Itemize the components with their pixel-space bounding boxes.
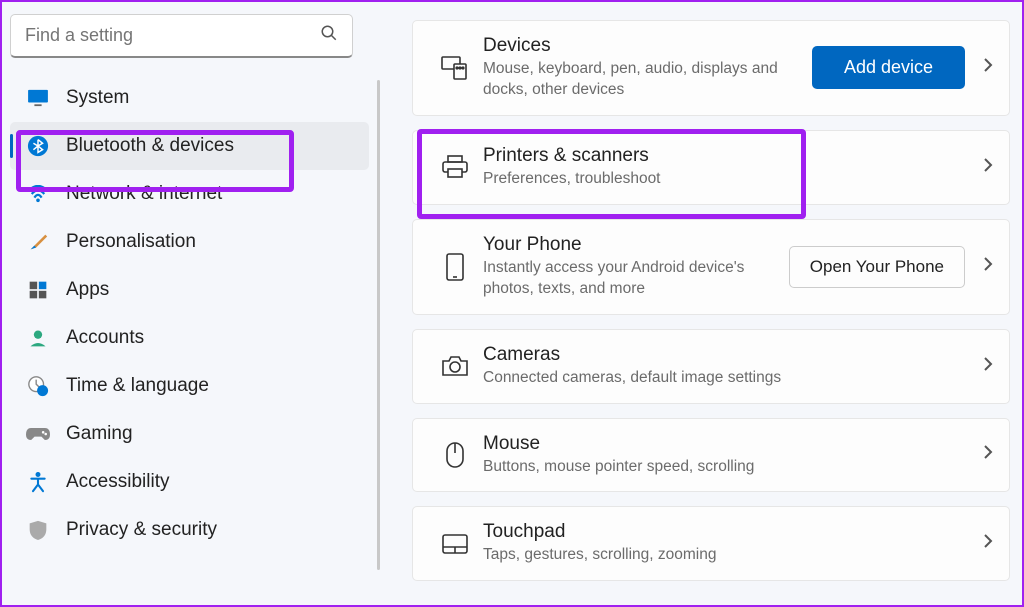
card-printers-scanners[interactable]: Printers & scanners Preferences, trouble… [412,130,1010,205]
card-touchpad[interactable]: Touchpad Taps, gestures, scrolling, zoom… [412,506,1010,581]
touchpad-icon [427,533,483,555]
printer-icon [427,154,483,180]
main-content: Devices Mouse, keyboard, pen, audio, dis… [380,2,1022,605]
chevron-right-icon [983,356,993,377]
sidebar-item-label: Accounts [66,327,144,349]
chevron-right-icon [983,57,993,78]
phone-icon [427,252,483,282]
sidebar-item-label: Bluetooth & devices [66,135,234,157]
card-subtitle: Instantly access your Android device's p… [483,258,789,300]
card-mouse[interactable]: Mouse Buttons, mouse pointer speed, scro… [412,418,1010,493]
sidebar-item-label: Apps [66,279,109,301]
devices-icon [427,55,483,81]
add-device-button[interactable]: Add device [812,46,965,89]
sidebar-item-apps[interactable]: Apps [10,266,369,314]
bluetooth-icon [10,135,66,157]
card-subtitle: Taps, gestures, scrolling, zooming [483,545,983,566]
sidebar-item-time-language[interactable]: Time & language [10,362,369,410]
card-title: Mouse [483,433,983,455]
mouse-icon [427,441,483,469]
camera-icon [427,354,483,378]
clock-globe-icon [10,375,66,397]
search-box[interactable] [10,14,353,58]
card-cameras[interactable]: Cameras Connected cameras, default image… [412,329,1010,404]
sidebar-item-label: Personalisation [66,231,196,253]
card-title: Touchpad [483,521,983,543]
card-subtitle: Preferences, troubleshoot [483,169,983,190]
system-icon [10,89,66,107]
chevron-right-icon [983,533,993,554]
chevron-right-icon [983,256,993,277]
chevron-right-icon [983,444,993,465]
sidebar-item-network[interactable]: Network & internet [10,170,369,218]
card-subtitle: Buttons, mouse pointer speed, scrolling [483,457,983,478]
sidebar-item-label: Accessibility [66,471,169,493]
sidebar-item-system[interactable]: System [10,74,369,122]
sidebar-item-label: Network & internet [66,183,222,205]
gamepad-icon [10,426,66,442]
card-subtitle: Mouse, keyboard, pen, audio, displays an… [483,59,812,101]
card-your-phone[interactable]: Your Phone Instantly access your Android… [412,219,1010,315]
search-icon [320,24,338,47]
apps-icon [10,280,66,300]
card-title: Devices [483,35,812,57]
accessibility-icon [10,471,66,493]
sidebar-item-label: System [66,87,129,109]
chevron-right-icon [983,157,993,178]
card-title: Printers & scanners [483,145,983,167]
sidebar-item-label: Privacy & security [66,519,217,541]
open-your-phone-button[interactable]: Open Your Phone [789,246,965,288]
sidebar-item-gaming[interactable]: Gaming [10,410,369,458]
brush-icon [10,231,66,253]
sidebar: System Bluetooth & devices Network & int… [2,2,377,605]
sidebar-item-label: Time & language [66,375,209,397]
card-subtitle: Connected cameras, default image setting… [483,368,983,389]
sidebar-item-accessibility[interactable]: Accessibility [10,458,369,506]
card-title: Your Phone [483,234,789,256]
person-icon [10,328,66,348]
sidebar-item-accounts[interactable]: Accounts [10,314,369,362]
sidebar-item-personalisation[interactable]: Personalisation [10,218,369,266]
sidebar-item-privacy[interactable]: Privacy & security [10,506,369,554]
shield-icon [10,519,66,541]
wifi-icon [10,185,66,203]
card-devices[interactable]: Devices Mouse, keyboard, pen, audio, dis… [412,20,1010,116]
sidebar-item-bluetooth-devices[interactable]: Bluetooth & devices [10,122,369,170]
card-title: Cameras [483,344,983,366]
sidebar-item-label: Gaming [66,423,133,445]
search-input[interactable] [25,25,320,46]
